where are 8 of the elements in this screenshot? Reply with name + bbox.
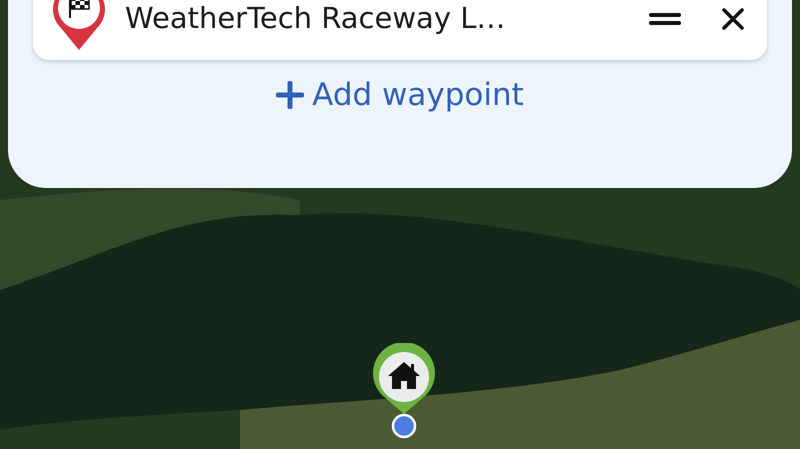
plus-icon [276,81,304,110]
home-pin-icon[interactable] [370,343,438,415]
waypoint-card[interactable]: WeatherTech Raceway L… [33,0,767,60]
drag-handle-icon[interactable] [649,12,681,26]
location-dot-icon [391,413,417,439]
add-waypoint-button[interactable]: Add waypoint [276,72,524,118]
waypoint-name: WeatherTech Raceway L… [125,0,506,36]
close-icon[interactable] [721,7,745,31]
